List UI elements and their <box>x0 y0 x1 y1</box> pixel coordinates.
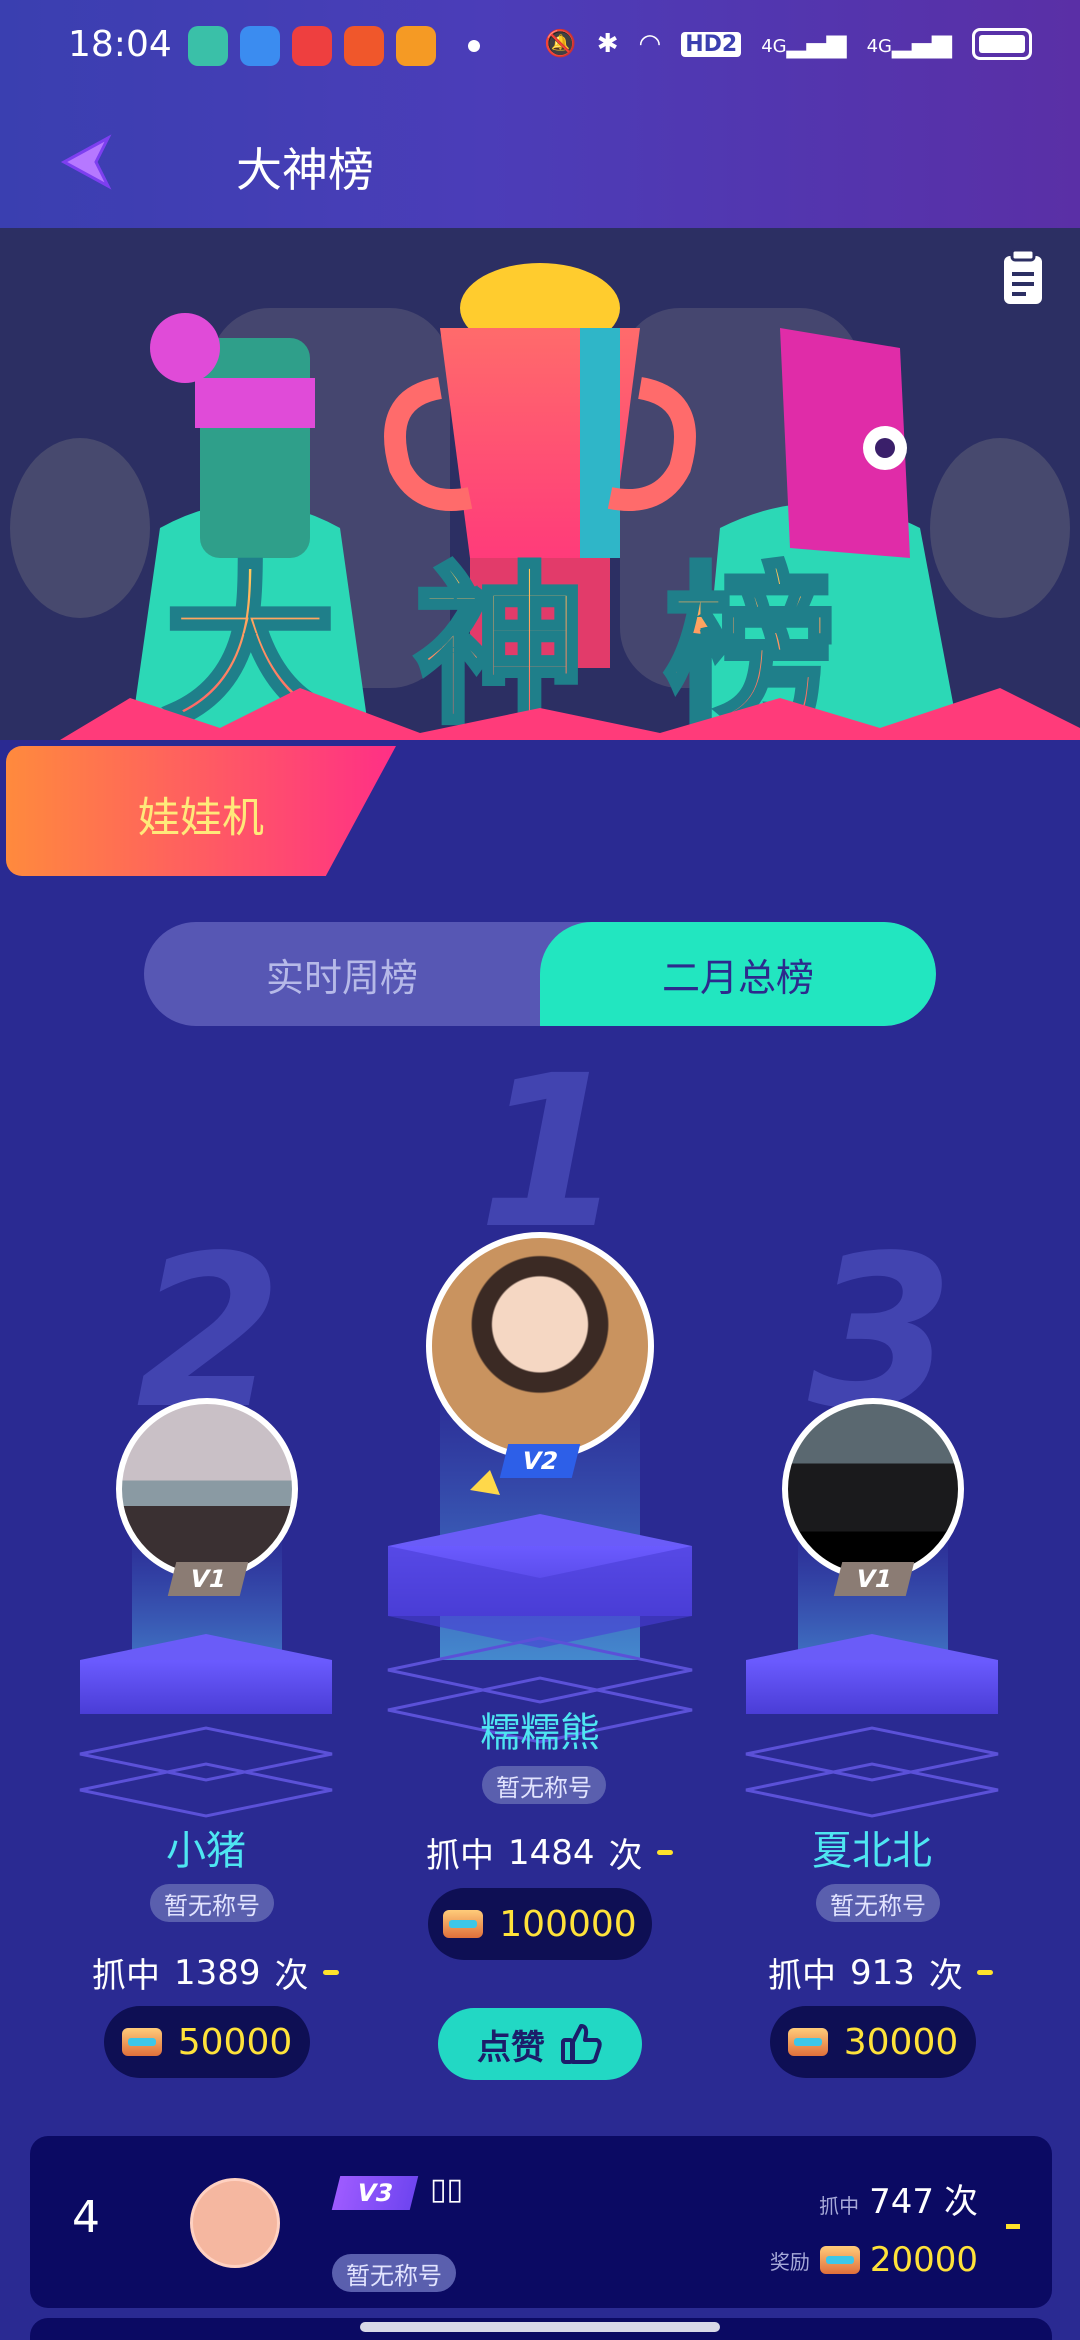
mute-icon: 🔕 <box>544 29 577 59</box>
tab-monthly-total[interactable]: 二月总榜 <box>540 922 936 1026</box>
back-arrow-icon[interactable] <box>56 132 116 192</box>
catch-count-second: 抓中 1389 次 <box>92 1948 339 1997</box>
reward-third: 30000 <box>770 2006 976 2078</box>
status-right: 🔕 ✱ ◠ HD2 4G▂▄▆ 4G▂▄▆ <box>544 28 1032 60</box>
title-badge: 暂无称号 <box>332 2254 456 2292</box>
trend-dash <box>1006 2224 1020 2229</box>
rules-document-icon[interactable] <box>998 248 1048 308</box>
level-badge-second: V1 <box>167 1562 249 1596</box>
catch-count-first: 抓中 1484 次 <box>426 1828 673 1877</box>
hd-label: HD2 <box>681 31 742 57</box>
user-name-first: 糯糯熊 <box>480 1710 600 1756</box>
title-badge-second: 暂无称号 <box>150 1884 274 1922</box>
wifi-icon: ◠ <box>638 29 662 59</box>
user-name-third: 夏北北 <box>812 1828 932 1874</box>
list-item[interactable]: 4 V3 ▯▯ 暂无称号 抓中 747 次 奖励 20000 <box>30 2136 1052 2308</box>
treasure-chest-icon <box>787 2028 828 2056</box>
notification-dot <box>468 40 480 52</box>
status-time: 18:04 <box>68 24 172 65</box>
app-icon <box>292 26 332 66</box>
list-rank: 4 <box>72 2192 100 2243</box>
catch-count: 抓中 747 次 <box>819 2182 978 2222</box>
like-button[interactable]: 点赞 <box>438 2008 642 2080</box>
app-icon <box>344 26 384 66</box>
reward-first: 100000 <box>428 1888 652 1960</box>
reward: 奖励 20000 <box>769 2240 978 2280</box>
battery-icon <box>972 28 1032 60</box>
page-title: 大神榜 <box>236 143 374 197</box>
app-icon <box>396 26 436 66</box>
app-icon <box>240 26 280 66</box>
catch-count-third: 抓中 913 次 <box>768 1948 993 1997</box>
top-bar: 18:04 🔕 ✱ ◠ HD2 4G▂▄▆ 4G▂▄▆ 大神榜 <box>0 0 1080 228</box>
level-badge: V3 <box>331 2176 419 2210</box>
avatar-second[interactable] <box>116 1398 298 1580</box>
treasure-chest-icon <box>121 2028 162 2056</box>
reward-second: 50000 <box>104 2006 310 2078</box>
banner: 大神榜 <box>0 228 1080 740</box>
status-bar: 18:04 🔕 ✱ ◠ HD2 4G▂▄▆ 4G▂▄▆ <box>0 0 1080 96</box>
banner-illustration: 大神榜 <box>0 228 1080 740</box>
treasure-chest-icon <box>819 2246 860 2274</box>
home-indicator[interactable] <box>360 2322 720 2332</box>
user-name-second: 小猪 <box>166 1828 246 1874</box>
avatar <box>190 2178 280 2268</box>
signal-icon: 4G▂▄▆ <box>866 29 952 59</box>
tab-weekly[interactable]: 实时周榜 <box>144 922 540 1026</box>
level-badge-first: V2 <box>499 1444 581 1478</box>
treasure-chest-icon <box>443 1910 484 1938</box>
avatar-third[interactable] <box>782 1398 964 1580</box>
category-tab-claw-machine[interactable]: 娃娃机 <box>6 746 396 876</box>
status-app-icons <box>188 26 436 66</box>
user-name: ▯▯ <box>430 2172 464 2207</box>
level-badge-third: V1 <box>833 1562 915 1596</box>
header: 大神榜 <box>0 96 1080 228</box>
thumbs-up-icon <box>561 2024 602 2064</box>
title-badge-third: 暂无称号 <box>816 1884 940 1922</box>
bluetooth-icon: ✱ <box>596 29 619 59</box>
avatar-first[interactable] <box>426 1232 654 1460</box>
category-label: 娃娃机 <box>138 793 265 842</box>
signal-icon: 4G▂▄▆ <box>761 29 847 59</box>
title-badge-first: 暂无称号 <box>482 1766 606 1804</box>
app-icon <box>188 26 228 66</box>
ranking-period-segment: 实时周榜 二月总榜 <box>144 922 936 1026</box>
